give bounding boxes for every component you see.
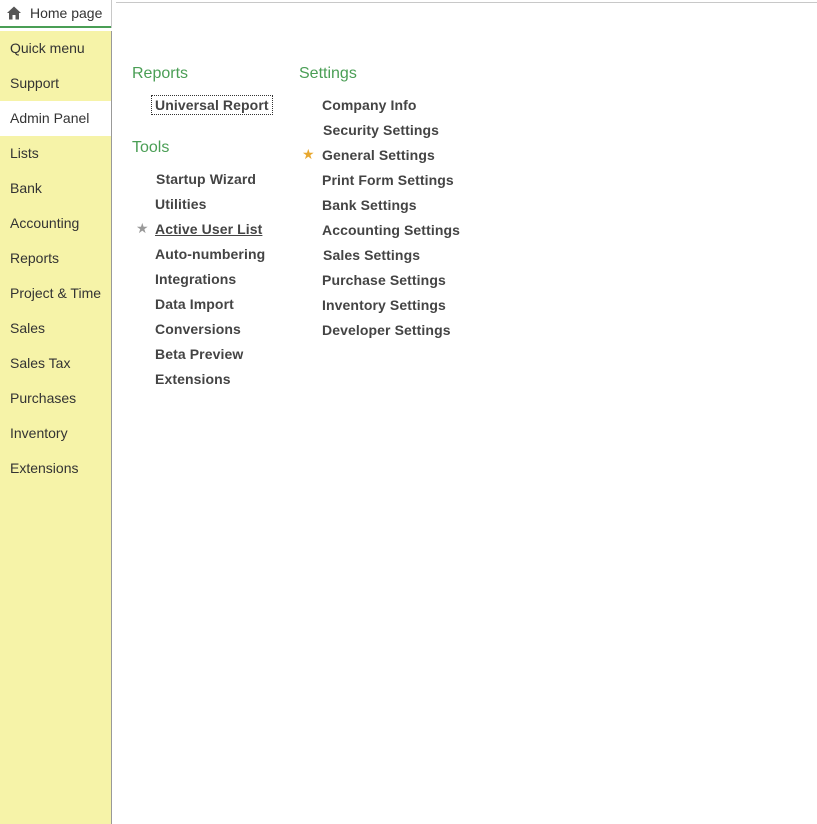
sidebar-item-reports[interactable]: Reports <box>0 241 111 276</box>
sidebar-item-support[interactable]: Support <box>0 66 111 101</box>
main-panel: Reports Universal Report Tools Startup W… <box>112 31 817 824</box>
tab-home-page[interactable]: Home page <box>0 0 111 28</box>
link-utilities[interactable]: Utilities <box>155 196 206 212</box>
tab-home-page-label: Home page <box>30 5 103 21</box>
sidebar-item-lists[interactable]: Lists <box>0 136 111 171</box>
link-integrations[interactable]: Integrations <box>155 271 236 287</box>
link-startup-wizard[interactable]: Startup Wizard <box>156 171 256 187</box>
sidebar-item-inventory[interactable]: Inventory <box>0 416 111 451</box>
sidebar-item-accounting[interactable]: Accounting <box>0 206 111 241</box>
link-data-import[interactable]: Data Import <box>155 296 234 312</box>
link-beta-preview[interactable]: Beta Preview <box>155 346 243 362</box>
link-print-form-settings[interactable]: Print Form Settings <box>322 172 454 188</box>
star-icon-general-settings[interactable]: ★ <box>302 147 315 161</box>
link-inventory-settings[interactable]: Inventory Settings <box>322 297 446 313</box>
sidebar-item-extensions[interactable]: Extensions <box>0 451 111 486</box>
section-title-settings: Settings <box>299 65 357 82</box>
link-conversions[interactable]: Conversions <box>155 321 241 337</box>
sidebar-item-sales-tax[interactable]: Sales Tax <box>0 346 111 381</box>
top-bar-line <box>116 2 817 3</box>
link-auto-numbering[interactable]: Auto-numbering <box>155 246 265 262</box>
link-developer-settings[interactable]: Developer Settings <box>322 322 451 338</box>
link-security-settings[interactable]: Security Settings <box>323 122 439 138</box>
app-window: Home page Quick menu Support Admin Panel… <box>0 0 817 824</box>
link-sales-settings[interactable]: Sales Settings <box>323 247 420 263</box>
link-extensions[interactable]: Extensions <box>155 371 231 387</box>
star-icon-active-user-list[interactable]: ★ <box>136 221 149 235</box>
link-accounting-settings[interactable]: Accounting Settings <box>322 222 460 238</box>
link-general-settings[interactable]: General Settings <box>322 147 435 163</box>
top-bar: Home page <box>0 0 817 30</box>
tab-divider <box>111 0 112 28</box>
sidebar-item-admin-panel[interactable]: Admin Panel <box>0 101 111 136</box>
section-title-tools: Tools <box>132 139 170 156</box>
sidebar-item-bank[interactable]: Bank <box>0 171 111 206</box>
section-title-reports: Reports <box>132 65 189 82</box>
link-company-info[interactable]: Company Info <box>322 97 417 113</box>
link-active-user-list[interactable]: Active User List <box>155 221 262 237</box>
home-icon <box>6 5 22 21</box>
sidebar-item-sales[interactable]: Sales <box>0 311 111 346</box>
link-purchase-settings[interactable]: Purchase Settings <box>322 272 446 288</box>
sidebar-item-quick-menu[interactable]: Quick menu <box>0 31 111 66</box>
sidebar: Quick menu Support Admin Panel Lists Ban… <box>0 31 112 824</box>
sidebar-item-project-time[interactable]: Project & Time <box>0 276 111 311</box>
link-universal-report[interactable]: Universal Report <box>151 95 273 115</box>
link-bank-settings[interactable]: Bank Settings <box>322 197 417 213</box>
sidebar-item-purchases[interactable]: Purchases <box>0 381 111 416</box>
